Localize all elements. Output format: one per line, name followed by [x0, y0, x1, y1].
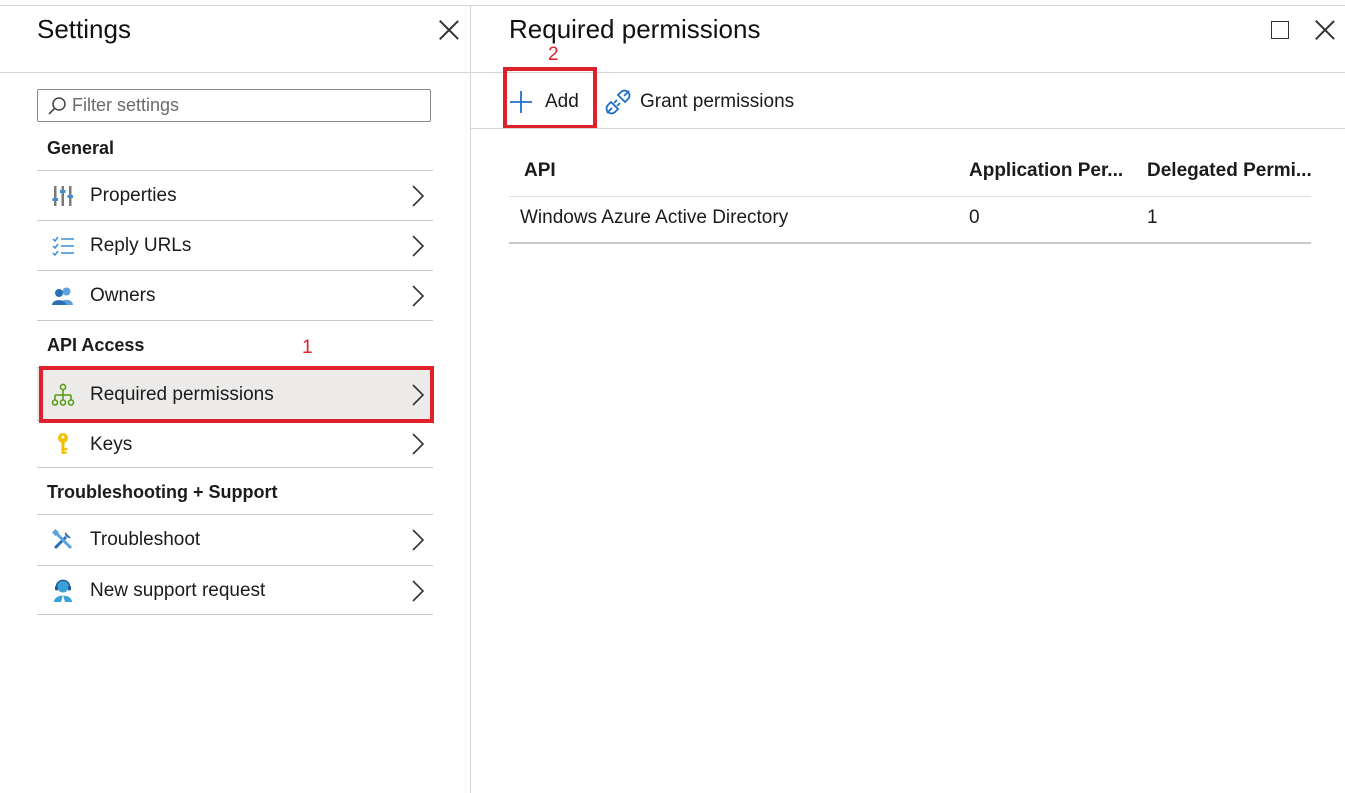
- step-2-annotation: 2: [548, 44, 559, 65]
- step-1-annotation: 1: [302, 337, 313, 358]
- settings-item-new-support-request[interactable]: New support request: [37, 566, 433, 615]
- section-heading-general: General: [47, 138, 115, 158]
- column-header-api[interactable]: API: [524, 160, 944, 182]
- delegated-permissions-count-cell: 1: [1147, 207, 1158, 228]
- people-icon: [52, 287, 73, 305]
- table-header-row: API Application Per... Delegated Permi..…: [509, 150, 1311, 197]
- toolbar-divider: [471, 128, 1345, 129]
- plus-icon: [510, 91, 532, 113]
- required-permissions-blade: Required permissions 2 Add Grant permiss…: [471, 0, 1345, 793]
- settings-header-divider: [0, 72, 470, 73]
- settings-item-reply-urls[interactable]: Reply URLs: [37, 221, 433, 271]
- grant-permissions-label: Grant permissions: [640, 91, 795, 112]
- tools-icon: [51, 528, 73, 550]
- column-header-delegated-permissions[interactable]: Delegated Permi...: [1147, 160, 1311, 182]
- settings-item-label: Required permissions: [90, 384, 274, 405]
- maximize-icon[interactable]: [1271, 21, 1289, 39]
- filter-settings-field[interactable]: [37, 89, 431, 122]
- settings-close-icon[interactable]: [438, 19, 460, 41]
- chevron-right-icon: [412, 384, 425, 406]
- add-button[interactable]: Add: [505, 85, 591, 119]
- chevron-right-icon: [412, 235, 425, 257]
- grant-permissions-button[interactable]: Grant permissions: [604, 85, 804, 119]
- column-header-application-permissions[interactable]: Application Per...: [969, 160, 1139, 182]
- section-heading-troubleshooting-support: Troubleshooting + Support: [47, 482, 278, 502]
- settings-item-label: Reply URLs: [90, 235, 192, 256]
- application-permissions-count-cell: 0: [969, 207, 980, 228]
- settings-item-label: Owners: [90, 285, 156, 306]
- settings-item-troubleshoot[interactable]: Troubleshoot: [37, 514, 433, 566]
- settings-blade: Settings General Properties: [0, 0, 470, 793]
- settings-item-owners[interactable]: Owners: [37, 271, 433, 321]
- settings-item-keys[interactable]: Keys: [37, 421, 433, 468]
- filter-settings-input[interactable]: [72, 94, 422, 116]
- settings-item-label: Troubleshoot: [90, 529, 201, 550]
- chevron-right-icon: [412, 185, 425, 207]
- settings-item-properties[interactable]: Properties: [37, 170, 433, 221]
- required-permissions-header-divider: [471, 72, 1345, 73]
- chevron-right-icon: [412, 529, 425, 551]
- chevron-right-icon: [412, 285, 425, 307]
- settings-item-required-permissions[interactable]: Required permissions: [37, 367, 433, 421]
- api-name-cell: Windows Azure Active Directory: [520, 207, 789, 228]
- table-row[interactable]: Windows Azure Active Directory 0 1: [509, 196, 1311, 244]
- plug-icon: [605, 89, 631, 115]
- support-person-icon: [54, 579, 72, 602]
- chevron-right-icon: [412, 580, 425, 602]
- required-permissions-title: Required permissions: [509, 14, 761, 44]
- settings-item-label: Keys: [90, 434, 133, 455]
- key-icon: [58, 433, 68, 454]
- settings-item-label: Properties: [90, 185, 177, 206]
- hierarchy-icon: [51, 383, 75, 406]
- section-heading-api-access: API Access: [47, 335, 145, 355]
- checklist-icon: [52, 236, 74, 257]
- properties-sliders-icon: [52, 186, 73, 206]
- chevron-right-icon: [412, 433, 425, 455]
- settings-item-label: New support request: [90, 580, 266, 601]
- add-button-label: Add: [545, 91, 579, 112]
- search-icon: [48, 97, 66, 115]
- required-permissions-close-icon[interactable]: [1314, 19, 1336, 41]
- settings-title: Settings: [37, 14, 131, 44]
